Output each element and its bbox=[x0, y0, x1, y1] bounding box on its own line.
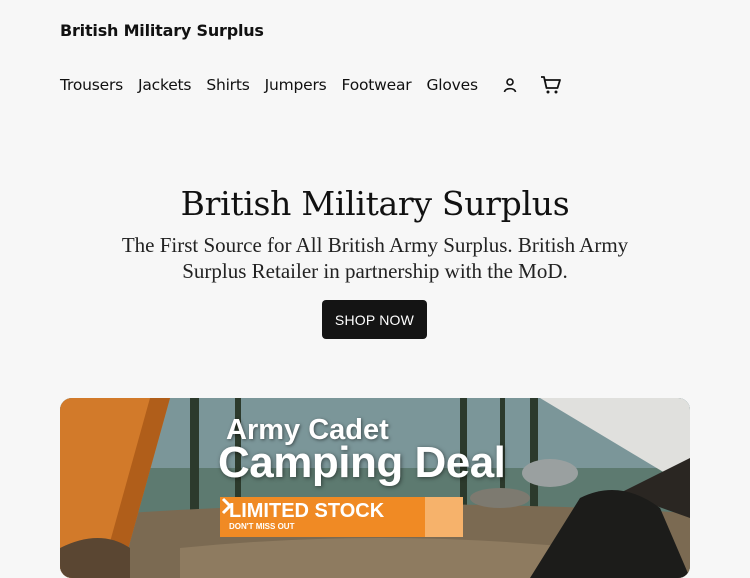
main-nav: Trousers Jackets Shirts Jumpers Footwear… bbox=[60, 74, 562, 96]
site-title[interactable]: British Military Surplus bbox=[60, 21, 264, 40]
shop-now-button[interactable]: SHOP NOW bbox=[322, 300, 427, 339]
nav-gloves[interactable]: Gloves bbox=[426, 76, 478, 94]
nav-trousers[interactable]: Trousers bbox=[60, 76, 123, 94]
cart-icon[interactable] bbox=[540, 75, 562, 95]
account-icon[interactable] bbox=[502, 77, 518, 93]
banner-heading-2: Camping Deal bbox=[218, 438, 506, 487]
badge-sub-text: DON'T MISS OUT bbox=[229, 522, 295, 531]
badge-main-text: LIMITED STOCK bbox=[229, 500, 385, 522]
limited-stock-badge[interactable]: LIMITED STOCK DON'T MISS OUT bbox=[220, 497, 463, 537]
hero-subtitle: The First Source for All British Army Su… bbox=[121, 233, 629, 283]
nav-footwear[interactable]: Footwear bbox=[342, 76, 412, 94]
nav-jackets[interactable]: Jackets bbox=[138, 76, 192, 94]
nav-shirts[interactable]: Shirts bbox=[206, 76, 249, 94]
camping-deal-banner[interactable]: Army Cadet Camping Deal LIMITED STOCK DO… bbox=[60, 398, 690, 578]
hero-title: British Military Surplus bbox=[180, 184, 570, 223]
chevron-right-icon bbox=[221, 497, 463, 537]
nav-jumpers[interactable]: Jumpers bbox=[265, 76, 327, 94]
